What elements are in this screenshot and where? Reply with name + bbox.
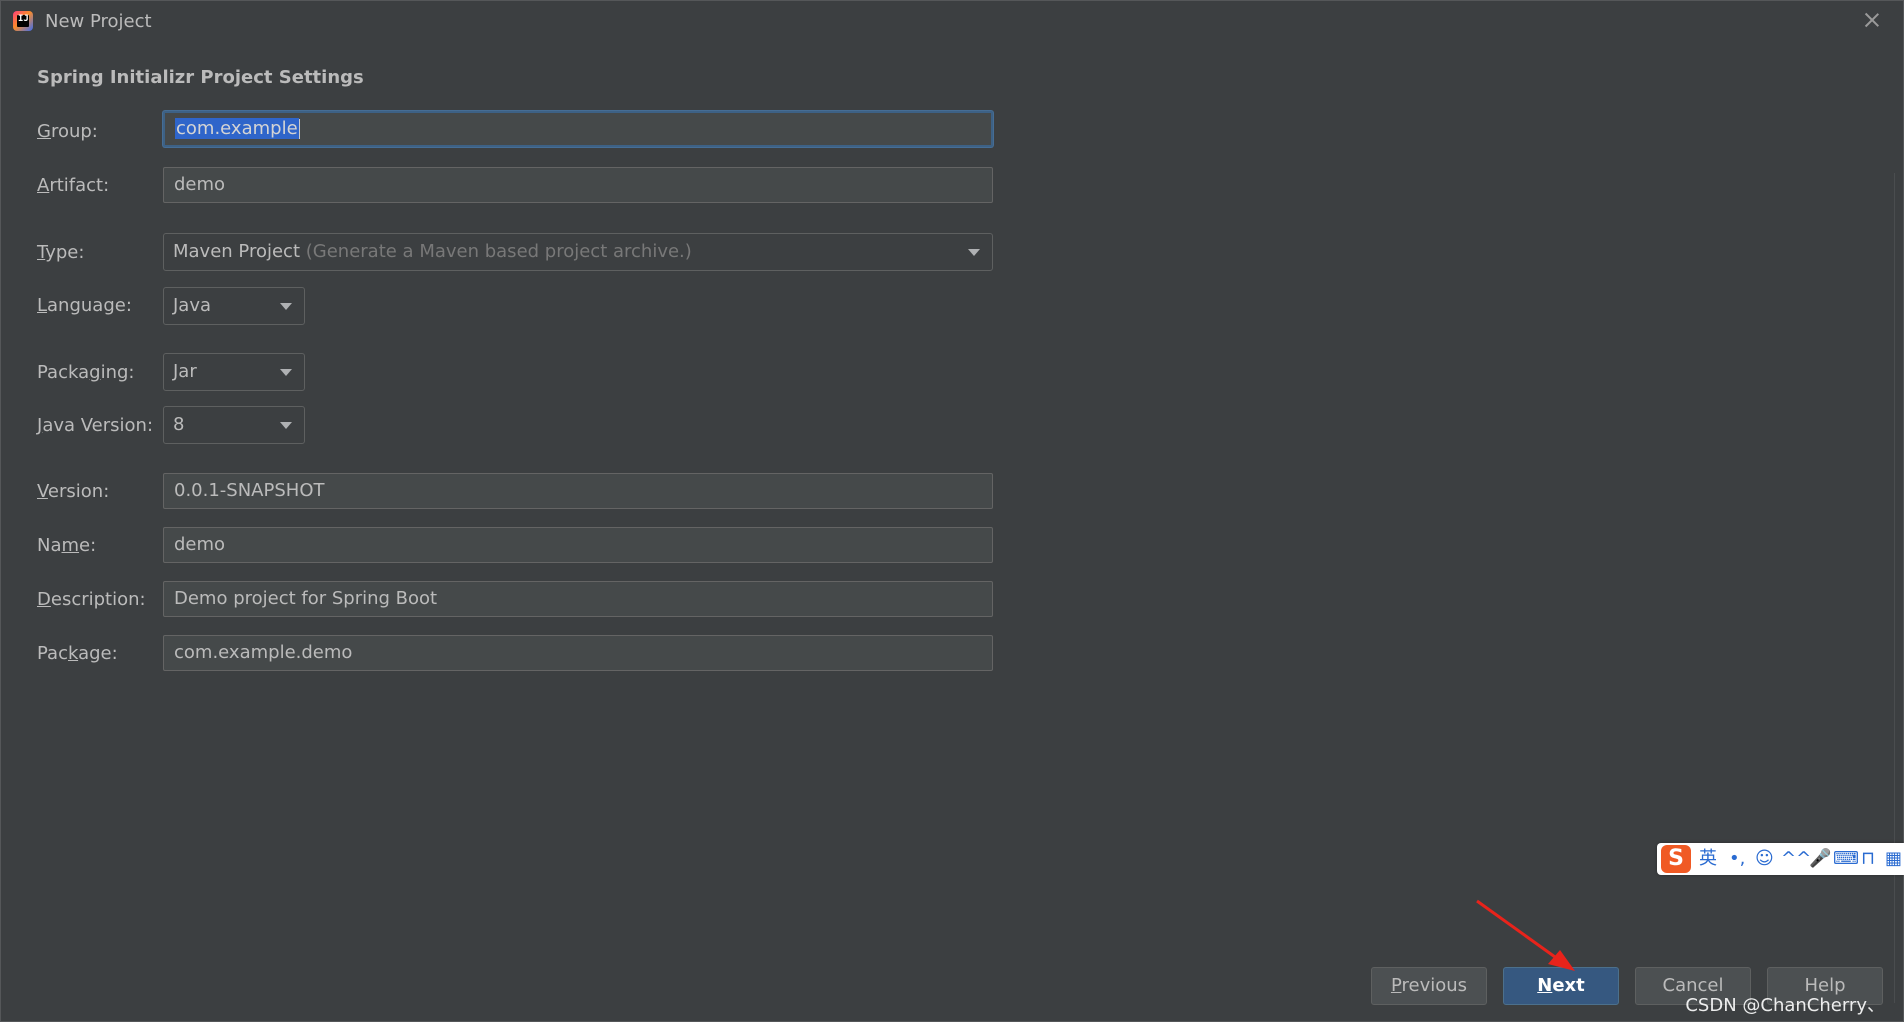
ime-apps-icon[interactable]: ▦ bbox=[1885, 847, 1902, 871]
ime-punctuation-icon[interactable]: •, bbox=[1729, 847, 1745, 871]
java-version-label: Java Version: bbox=[37, 415, 154, 436]
ime-emoji-icon[interactable]: ☺ bbox=[1755, 847, 1774, 871]
language-label: Language: bbox=[37, 295, 132, 316]
title-bar: IJ New Project bbox=[1, 1, 1903, 43]
ime-language-toggle[interactable]: 英 bbox=[1699, 847, 1717, 871]
scrollbar-track bbox=[1894, 173, 1895, 1003]
name-input[interactable]: demo bbox=[163, 527, 993, 563]
java-version-dropdown-value: 8 bbox=[173, 414, 185, 435]
packaging-dropdown[interactable]: Jar bbox=[163, 353, 305, 391]
packaging-label: Packaging: bbox=[37, 362, 135, 383]
language-dropdown[interactable]: Java bbox=[163, 287, 305, 325]
section-title: Spring Initializr Project Settings bbox=[37, 67, 364, 88]
new-project-dialog: IJ New Project Spring Initializr Project… bbox=[0, 0, 1904, 1022]
artifact-input[interactable]: demo bbox=[163, 167, 993, 203]
ime-toolbar: S 英 •, ☺ ^^ 🎤 ⌨ ⊓ ▦ bbox=[1657, 843, 1904, 875]
intellij-app-icon: IJ bbox=[13, 11, 33, 31]
language-dropdown-value: Java bbox=[173, 295, 212, 316]
ime-keyboard-icon[interactable]: ⌨ bbox=[1833, 847, 1859, 871]
package-input[interactable]: com.example.demo bbox=[163, 635, 993, 671]
chevron-down-icon bbox=[280, 422, 292, 429]
java-version-dropdown[interactable]: 8 bbox=[163, 406, 305, 444]
packaging-dropdown-value: Jar bbox=[173, 361, 197, 382]
type-dropdown-hint: (Generate a Maven based project archive.… bbox=[305, 241, 692, 262]
ime-kaomoji-icon[interactable]: ^^ bbox=[1781, 847, 1811, 871]
csdn-watermark: CSDN @ChanCherry、 bbox=[1685, 995, 1885, 1016]
type-dropdown[interactable]: Maven Project (Generate a Maven based pr… bbox=[163, 233, 993, 271]
sogou-logo-icon[interactable]: S bbox=[1661, 845, 1691, 873]
group-input-value: com.example bbox=[175, 118, 299, 139]
ime-crop-icon[interactable]: ⊓ bbox=[1861, 847, 1875, 871]
group-input[interactable]: com.example bbox=[163, 111, 993, 147]
chevron-down-icon bbox=[280, 303, 292, 310]
name-label: Name: bbox=[37, 535, 97, 556]
version-label: Version: bbox=[37, 481, 110, 502]
text-caret bbox=[298, 119, 300, 139]
version-input[interactable]: 0.0.1-SNAPSHOT bbox=[163, 473, 993, 509]
close-icon[interactable] bbox=[1863, 11, 1881, 29]
type-label: Type: bbox=[37, 242, 85, 263]
artifact-label: Artifact: bbox=[37, 175, 110, 196]
chevron-down-icon bbox=[280, 369, 292, 376]
description-input[interactable]: Demo project for Spring Boot bbox=[163, 581, 993, 617]
group-label: Group: bbox=[37, 121, 98, 142]
description-label: Description: bbox=[37, 589, 146, 610]
previous-button[interactable]: Previous bbox=[1371, 967, 1487, 1005]
ime-microphone-icon[interactable]: 🎤 bbox=[1809, 847, 1831, 871]
next-button[interactable]: Next bbox=[1503, 967, 1619, 1005]
window-title: New Project bbox=[45, 11, 152, 32]
package-label: Package: bbox=[37, 643, 118, 664]
type-dropdown-value: Maven Project bbox=[173, 241, 301, 262]
chevron-down-icon bbox=[968, 249, 980, 256]
